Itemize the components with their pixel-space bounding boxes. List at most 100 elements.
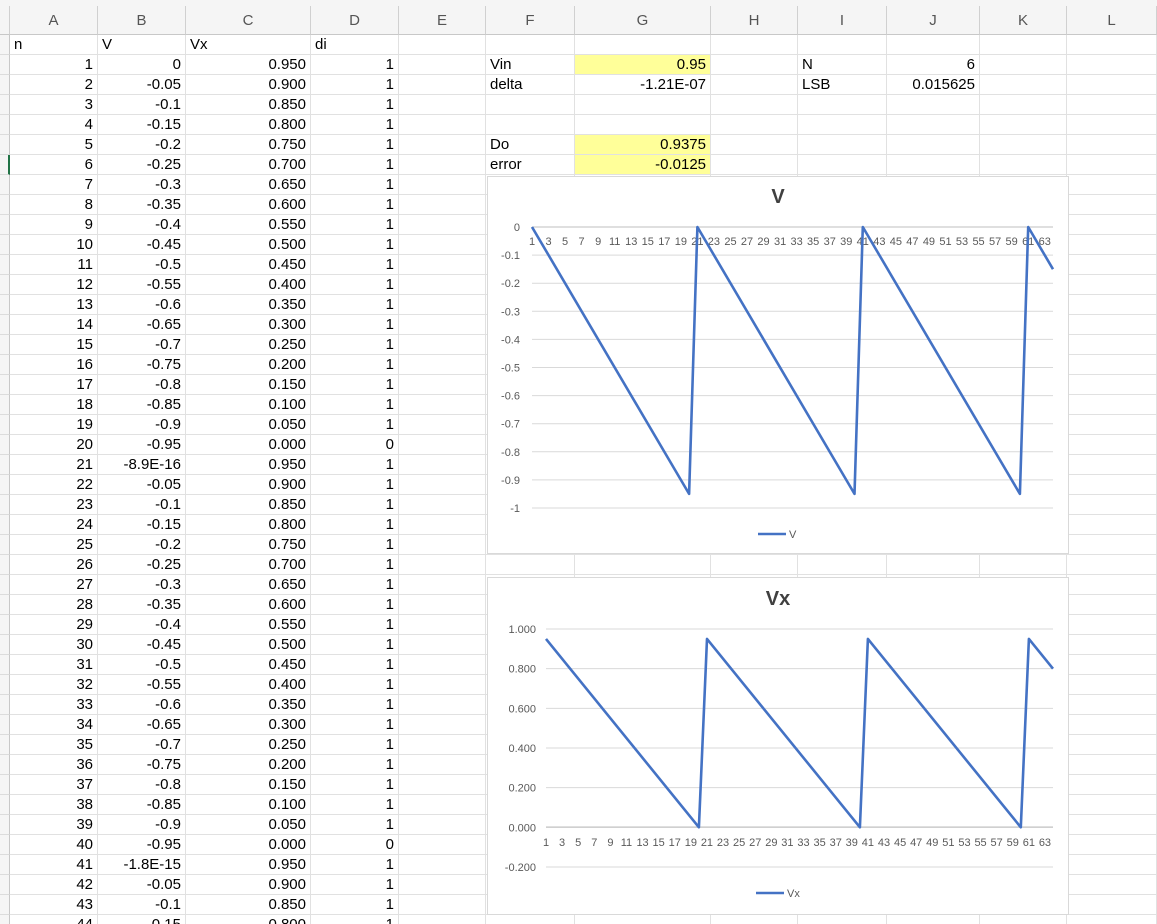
column-header-i[interactable]: I bbox=[798, 6, 887, 35]
table-cell[interactable]: 1 bbox=[311, 795, 399, 815]
empty-cell[interactable] bbox=[980, 75, 1067, 95]
table-cell[interactable]: 25 bbox=[10, 535, 98, 555]
table-cell[interactable]: 1 bbox=[311, 615, 399, 635]
table-cell[interactable]: 0.350 bbox=[186, 295, 311, 315]
empty-cell[interactable] bbox=[399, 495, 486, 515]
empty-cell[interactable] bbox=[1067, 55, 1157, 75]
table-cell[interactable]: -0.4 bbox=[98, 215, 186, 235]
empty-cell[interactable] bbox=[798, 915, 887, 924]
table-cell[interactable]: 0.000 bbox=[186, 435, 311, 455]
n-value-cell[interactable]: 6 bbox=[887, 55, 980, 75]
chart-v[interactable]: V 0 -0.1 -0.2 -0.3 -0.4 -0.5 -0.6 -0.7 -0.8 -0.9 -1… bbox=[487, 176, 1069, 554]
table-cell[interactable]: 1 bbox=[311, 495, 399, 515]
column-header-j[interactable]: J bbox=[887, 6, 980, 35]
row-header[interactable] bbox=[0, 815, 10, 835]
empty-cell[interactable] bbox=[1067, 875, 1157, 895]
table-cell[interactable]: 37 bbox=[10, 775, 98, 795]
table-cell[interactable]: 1 bbox=[311, 755, 399, 775]
empty-cell[interactable] bbox=[1067, 115, 1157, 135]
empty-cell[interactable] bbox=[399, 855, 486, 875]
empty-cell[interactable] bbox=[1067, 475, 1157, 495]
empty-cell[interactable] bbox=[1067, 515, 1157, 535]
table-cell[interactable]: 22 bbox=[10, 475, 98, 495]
table-cell[interactable]: 0.150 bbox=[186, 375, 311, 395]
row-header[interactable] bbox=[0, 795, 10, 815]
row-header[interactable] bbox=[0, 515, 10, 535]
empty-cell[interactable] bbox=[798, 115, 887, 135]
do-value-cell[interactable]: 0.9375 bbox=[575, 135, 711, 155]
empty-cell[interactable] bbox=[1067, 415, 1157, 435]
empty-cell[interactable] bbox=[399, 675, 486, 695]
row-header[interactable] bbox=[0, 655, 10, 675]
header-cell-v[interactable]: V bbox=[98, 35, 186, 55]
empty-cell[interactable] bbox=[711, 95, 798, 115]
table-cell[interactable]: 0.750 bbox=[186, 135, 311, 155]
empty-cell[interactable] bbox=[711, 35, 798, 55]
table-cell[interactable]: 0.400 bbox=[186, 275, 311, 295]
row-header[interactable] bbox=[0, 55, 10, 75]
table-cell[interactable]: -8.9E-16 bbox=[98, 455, 186, 475]
table-cell[interactable]: 0.450 bbox=[186, 655, 311, 675]
row-header[interactable] bbox=[0, 755, 10, 775]
empty-cell[interactable] bbox=[798, 35, 887, 55]
table-cell[interactable]: 0.900 bbox=[186, 475, 311, 495]
table-cell[interactable]: 1 bbox=[311, 595, 399, 615]
empty-cell[interactable] bbox=[711, 155, 798, 175]
empty-cell[interactable] bbox=[711, 75, 798, 95]
empty-cell[interactable] bbox=[399, 895, 486, 915]
empty-cell[interactable] bbox=[1067, 255, 1157, 275]
empty-cell[interactable] bbox=[399, 295, 486, 315]
table-cell[interactable]: -0.75 bbox=[98, 355, 186, 375]
table-cell[interactable]: 1 bbox=[10, 55, 98, 75]
table-cell[interactable]: 1 bbox=[311, 715, 399, 735]
table-cell[interactable]: -0.5 bbox=[98, 255, 186, 275]
table-cell[interactable]: 14 bbox=[10, 315, 98, 335]
table-cell[interactable]: 29 bbox=[10, 615, 98, 635]
row-header[interactable] bbox=[0, 555, 10, 575]
row-header[interactable] bbox=[0, 95, 10, 115]
empty-cell[interactable] bbox=[1067, 895, 1157, 915]
column-header-f[interactable]: F bbox=[486, 6, 575, 35]
table-cell[interactable]: 2 bbox=[10, 75, 98, 95]
table-cell[interactable]: 15 bbox=[10, 335, 98, 355]
empty-cell[interactable] bbox=[399, 275, 486, 295]
empty-cell[interactable] bbox=[486, 95, 575, 115]
empty-cell[interactable] bbox=[399, 635, 486, 655]
table-cell[interactable]: -0.3 bbox=[98, 175, 186, 195]
table-cell[interactable]: 1 bbox=[311, 515, 399, 535]
table-cell[interactable]: 36 bbox=[10, 755, 98, 775]
table-cell[interactable]: 0.700 bbox=[186, 155, 311, 175]
table-cell[interactable]: -0.05 bbox=[98, 875, 186, 895]
table-cell[interactable]: 1 bbox=[311, 75, 399, 95]
column-header-g[interactable]: G bbox=[575, 6, 711, 35]
table-cell[interactable]: 30 bbox=[10, 635, 98, 655]
table-cell[interactable]: 0 bbox=[98, 55, 186, 75]
empty-cell[interactable] bbox=[980, 115, 1067, 135]
table-cell[interactable]: 0.200 bbox=[186, 755, 311, 775]
table-cell[interactable]: 1 bbox=[311, 815, 399, 835]
empty-cell[interactable] bbox=[887, 155, 980, 175]
empty-cell[interactable] bbox=[1067, 575, 1157, 595]
row-header[interactable] bbox=[0, 215, 10, 235]
column-header-e[interactable]: E bbox=[399, 6, 486, 35]
table-cell[interactable]: 0.750 bbox=[186, 535, 311, 555]
table-cell[interactable]: 1 bbox=[311, 915, 399, 924]
empty-cell[interactable] bbox=[1067, 335, 1157, 355]
table-cell[interactable]: 8 bbox=[10, 195, 98, 215]
table-cell[interactable]: 7 bbox=[10, 175, 98, 195]
table-cell[interactable]: 0.650 bbox=[186, 575, 311, 595]
table-cell[interactable]: 1 bbox=[311, 175, 399, 195]
table-cell[interactable]: -0.8 bbox=[98, 775, 186, 795]
table-cell[interactable]: 1 bbox=[311, 455, 399, 475]
empty-cell[interactable] bbox=[399, 415, 486, 435]
empty-cell[interactable] bbox=[399, 735, 486, 755]
table-cell[interactable]: 34 bbox=[10, 715, 98, 735]
empty-cell[interactable] bbox=[711, 55, 798, 75]
row-header[interactable] bbox=[0, 915, 10, 924]
header-cell-vx[interactable]: Vx bbox=[186, 35, 311, 55]
empty-cell[interactable] bbox=[1067, 275, 1157, 295]
empty-cell[interactable] bbox=[1067, 395, 1157, 415]
row-header[interactable] bbox=[0, 175, 10, 195]
table-cell[interactable]: -0.95 bbox=[98, 835, 186, 855]
table-cell[interactable]: 1 bbox=[311, 535, 399, 555]
